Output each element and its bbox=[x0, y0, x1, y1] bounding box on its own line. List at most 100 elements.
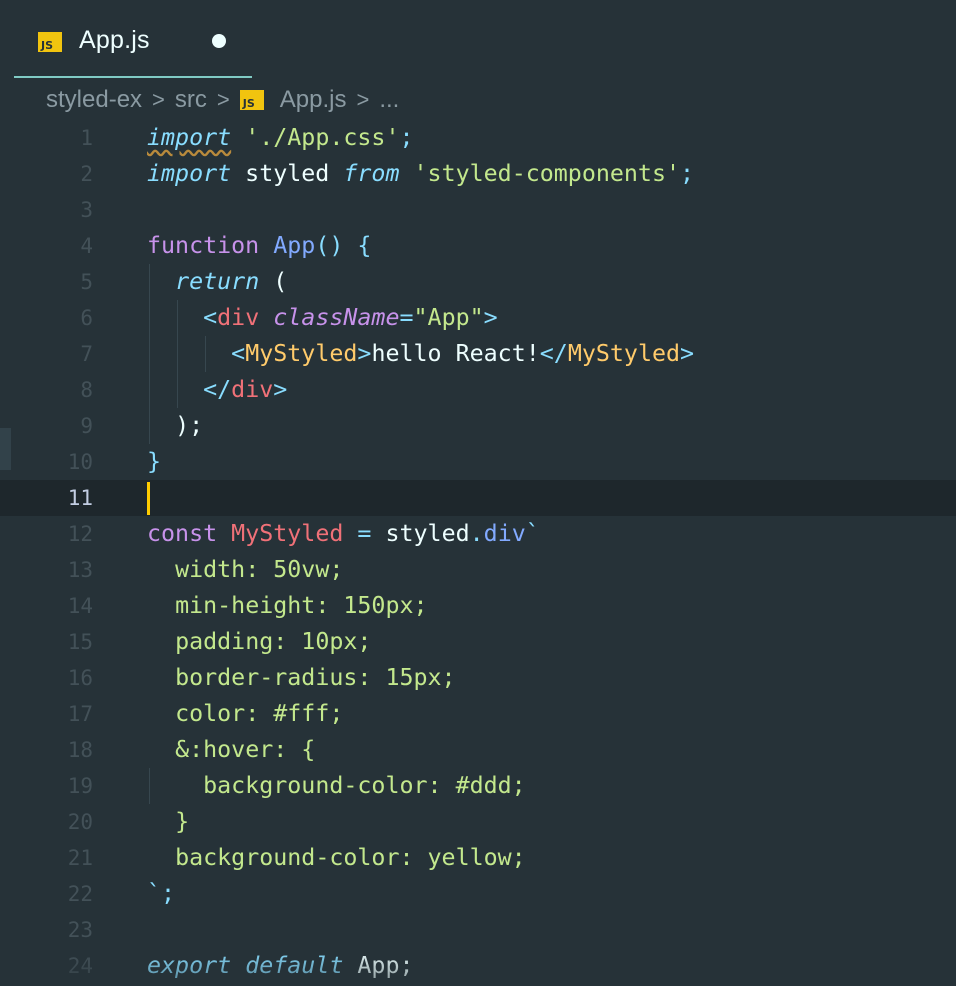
code-token: "App" bbox=[413, 304, 484, 331]
code-line[interactable]: 23 bbox=[0, 912, 956, 948]
code-line[interactable]: 6 <div className="App"> bbox=[0, 300, 956, 336]
code-token: } bbox=[175, 808, 190, 835]
code-token: ( bbox=[259, 268, 288, 295]
code-token: className bbox=[273, 304, 400, 331]
tab-app-js[interactable]: JS App.js bbox=[14, 0, 252, 78]
js-file-icon: JS bbox=[239, 90, 264, 110]
code-line[interactable]: 17 color: #fff; bbox=[0, 696, 956, 732]
line-number: 1 bbox=[80, 126, 93, 150]
code-text: `; bbox=[147, 876, 175, 912]
code-text: background-color: yellow; bbox=[147, 840, 526, 876]
code-token: border-radius: 15px; bbox=[175, 664, 456, 691]
code-line[interactable]: 14 min-height: 150px; bbox=[0, 588, 956, 624]
code-token: ; bbox=[680, 160, 695, 187]
code-line[interactable]: 24 export default App; bbox=[0, 948, 956, 984]
code-token: './App.css' bbox=[245, 124, 400, 151]
code-token: background-color: yellow; bbox=[175, 844, 526, 871]
code-line[interactable]: 10} bbox=[0, 444, 956, 480]
chevron-right-icon: > bbox=[356, 87, 370, 112]
code-line[interactable]: 16 border-radius: 15px; bbox=[0, 660, 956, 696]
code-line[interactable]: 7 <MyStyled>hello React!</MyStyled> bbox=[0, 336, 956, 372]
code-text: function App() { bbox=[147, 228, 371, 264]
code-line[interactable]: 5 return ( bbox=[0, 264, 956, 300]
code-line[interactable]: 1 import './App.css'; bbox=[0, 120, 956, 156]
breadcrumb-item-symbols[interactable]: ... bbox=[379, 86, 399, 114]
line-number: 20 bbox=[67, 810, 93, 834]
code-text: <div className="App"> bbox=[147, 300, 498, 336]
code-token: 'styled-components' bbox=[413, 160, 681, 187]
code-line[interactable]: 2 import styled from 'styled-components'; bbox=[0, 156, 956, 192]
chevron-right-icon: > bbox=[216, 87, 230, 112]
line-number: 5 bbox=[80, 270, 93, 294]
line-number: 13 bbox=[67, 558, 93, 582]
line-number: 16 bbox=[67, 666, 93, 690]
code-editor[interactable]: 1 import './App.css'; 2 import styled from … bbox=[0, 120, 956, 986]
code-token: padding: 10px; bbox=[175, 628, 372, 655]
code-line[interactable]: 4 function App() { bbox=[0, 228, 956, 264]
code-text: ); bbox=[147, 408, 203, 444]
code-token: > bbox=[680, 340, 695, 367]
line-number: 15 bbox=[67, 630, 93, 654]
js-file-icon: JS bbox=[38, 32, 62, 52]
code-text: background-color: #ddd; bbox=[147, 768, 526, 804]
line-number: 18 bbox=[67, 738, 93, 762]
code-token: MyStyled bbox=[245, 340, 358, 367]
code-token: < bbox=[203, 304, 218, 331]
code-line[interactable]: 22 `; bbox=[0, 876, 956, 912]
code-text: const MyStyled = styled.div` bbox=[147, 516, 540, 552]
line-number: 10 bbox=[67, 450, 93, 474]
breadcrumb-item-folder[interactable]: styled-ex bbox=[46, 86, 142, 114]
code-line[interactable]: 11 bbox=[0, 480, 956, 516]
code-text: return ( bbox=[147, 264, 287, 300]
code-line[interactable]: 15 padding: 10px; bbox=[0, 624, 956, 660]
line-number: 21 bbox=[67, 846, 93, 870]
line-number: 8 bbox=[80, 378, 93, 402]
code-line[interactable]: 8 </div> bbox=[0, 372, 956, 408]
code-line[interactable]: 18 &:hover: { bbox=[0, 732, 956, 768]
code-text: min-height: 150px; bbox=[147, 588, 428, 624]
line-number: 12 bbox=[67, 522, 93, 546]
code-token: = bbox=[399, 304, 414, 331]
breadcrumb-item-file[interactable]: App.js bbox=[280, 86, 347, 114]
code-text: export default App; bbox=[147, 948, 414, 984]
line-number: 24 bbox=[67, 954, 93, 978]
code-token: MyStyled bbox=[231, 520, 344, 547]
breadcrumb: styled-ex > src > JS App.js > ... bbox=[46, 84, 399, 116]
code-token: styled bbox=[231, 160, 344, 187]
code-token: App bbox=[273, 232, 316, 259]
code-token: min-height: 150px; bbox=[175, 592, 428, 619]
code-line[interactable]: 9 ); bbox=[0, 408, 956, 444]
code-line[interactable]: 21 background-color: yellow; bbox=[0, 840, 956, 876]
line-number: 9 bbox=[80, 414, 93, 438]
code-token: color: #fff; bbox=[175, 700, 344, 727]
code-token: div bbox=[231, 376, 274, 403]
code-text: } bbox=[147, 444, 161, 480]
code-line[interactable]: 20 } bbox=[0, 804, 956, 840]
code-line[interactable]: 19 background-color: #ddd; bbox=[0, 768, 956, 804]
code-token: </ bbox=[539, 340, 568, 367]
line-number: 23 bbox=[67, 918, 93, 942]
code-token: () { bbox=[315, 232, 372, 259]
code-line[interactable]: 13 width: 50vw; bbox=[0, 552, 956, 588]
code-text: &:hover: { bbox=[147, 732, 315, 768]
code-token: ` bbox=[525, 520, 540, 547]
code-text: border-radius: 15px; bbox=[147, 660, 456, 696]
line-number: 3 bbox=[80, 198, 93, 222]
code-line[interactable]: 3 bbox=[0, 192, 956, 228]
code-token: from bbox=[343, 160, 400, 187]
code-line[interactable]: 12 const MyStyled = styled.div` bbox=[0, 516, 956, 552]
breadcrumb-item-src[interactable]: src bbox=[175, 86, 207, 114]
code-token: width: 50vw; bbox=[175, 556, 344, 583]
unsaved-changes-dot-icon[interactable] bbox=[212, 34, 226, 48]
line-number: 11 bbox=[67, 486, 93, 510]
